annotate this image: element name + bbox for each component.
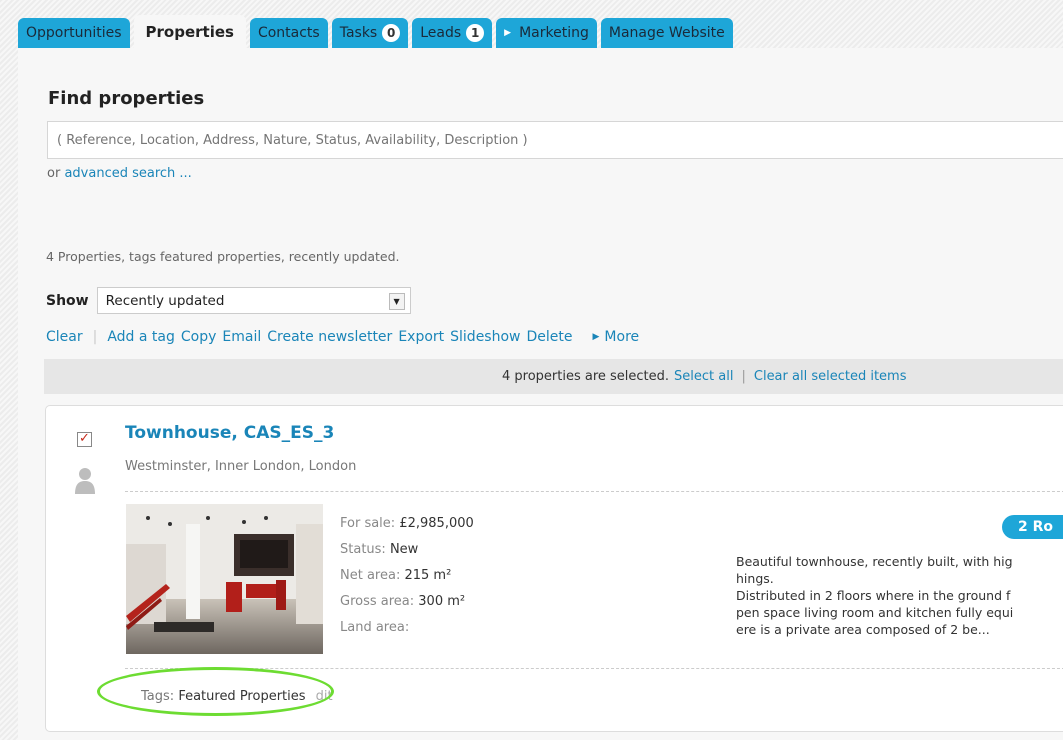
status-label: Status: bbox=[340, 542, 386, 557]
gross-area-value: 300 m² bbox=[418, 594, 466, 609]
bulk-actions: Clear | Add a tag Copy Email Create news… bbox=[46, 329, 645, 345]
property-title-link[interactable]: Townhouse, CAS_ES_3 bbox=[125, 423, 334, 443]
results-summary: 4 Properties, tags featured properties, … bbox=[46, 249, 400, 264]
divider: | bbox=[92, 329, 98, 345]
copy-button[interactable]: Copy bbox=[181, 329, 217, 345]
description-line: ere is a private area composed of 2 be..… bbox=[736, 622, 990, 637]
sort-select-value: Recently updated bbox=[105, 292, 225, 309]
tab-leads[interactable]: Leads 1 bbox=[412, 18, 493, 48]
rooms-badge: 2 Ro bbox=[1002, 515, 1063, 539]
email-button[interactable]: Email bbox=[222, 329, 261, 345]
create-newsletter-button[interactable]: Create newsletter bbox=[267, 329, 392, 345]
export-button[interactable]: Export bbox=[398, 329, 444, 345]
description-line: hings. bbox=[736, 571, 774, 586]
delete-button[interactable]: Delete bbox=[527, 329, 573, 345]
status-value: New bbox=[389, 542, 419, 557]
selection-bar: 4 properties are selected. Select all | … bbox=[44, 359, 1063, 394]
divider: | bbox=[741, 369, 746, 384]
property-location: Westminster, Inner London, London bbox=[125, 459, 357, 474]
land-area-label: Land area: bbox=[340, 620, 410, 635]
show-label: Show bbox=[46, 292, 89, 309]
tab-opportunities[interactable]: Opportunities bbox=[18, 18, 130, 48]
sale-label: For sale: bbox=[340, 516, 396, 531]
gross-area-label: Gross area: bbox=[340, 594, 415, 609]
more-button[interactable]: More bbox=[604, 329, 639, 345]
chevron-down-icon[interactable]: ▼ bbox=[388, 293, 405, 310]
net-area-label: Net area: bbox=[340, 568, 401, 583]
leads-count-badge: 1 bbox=[466, 24, 485, 42]
select-all-link[interactable]: Select all bbox=[674, 369, 733, 384]
highlight-annotation bbox=[97, 667, 334, 716]
clear-selection-link[interactable]: Clear all selected items bbox=[754, 369, 907, 384]
tasks-count-badge: 0 bbox=[382, 24, 401, 42]
tab-properties[interactable]: Properties bbox=[133, 15, 246, 48]
price-value: £2,985,000 bbox=[399, 516, 474, 531]
tab-marketing[interactable]: ▶ Marketing bbox=[496, 18, 597, 48]
main-tabs: Opportunities Properties Contacts Tasks 0… bbox=[18, 15, 737, 48]
property-details: For sale: £2,985,000 Status: New Net are… bbox=[340, 511, 474, 641]
tab-label: Opportunities bbox=[26, 25, 122, 41]
tab-tasks[interactable]: Tasks 0 bbox=[331, 18, 409, 48]
tab-manage-website[interactable]: Manage Website bbox=[600, 18, 733, 48]
tab-label: Contacts bbox=[257, 25, 320, 41]
slideshow-button[interactable]: Slideshow bbox=[450, 329, 520, 345]
net-area-value: 215 m² bbox=[404, 568, 452, 583]
tab-contacts[interactable]: Contacts bbox=[249, 18, 328, 48]
property-description: Beautiful townhouse, recently built, wit… bbox=[736, 553, 1063, 638]
divider bbox=[125, 491, 1063, 492]
selection-message: 4 properties are selected. bbox=[502, 369, 670, 384]
tab-label: Tasks bbox=[339, 25, 378, 41]
show-filter: Show Recently updated ▼ bbox=[46, 287, 411, 314]
property-photo[interactable] bbox=[126, 504, 323, 654]
clear-button[interactable]: Clear bbox=[46, 329, 83, 345]
tab-label: Marketing bbox=[519, 25, 589, 41]
tab-label: Manage Website bbox=[608, 25, 725, 41]
search-input[interactable] bbox=[47, 121, 1063, 159]
main-panel: Find properties or advanced search ... 4… bbox=[18, 48, 1063, 740]
property-card: ✓ Townhouse, CAS_ES_3 Westminster, Inner… bbox=[45, 405, 1063, 732]
tab-label: Properties bbox=[145, 22, 234, 41]
add-tag-button[interactable]: Add a tag bbox=[107, 329, 175, 345]
advanced-search-link[interactable]: advanced search ... bbox=[64, 166, 191, 181]
description-line: Beautiful townhouse, recently built, wit… bbox=[736, 554, 1013, 569]
tab-label: Leads bbox=[420, 25, 462, 41]
property-checkbox[interactable]: ✓ bbox=[77, 432, 92, 447]
sort-select[interactable]: Recently updated ▼ bbox=[96, 287, 411, 314]
page-title: Find properties bbox=[48, 88, 205, 109]
advanced-search-row: or advanced search ... bbox=[47, 166, 192, 181]
description-line: Distributed in 2 floors where in the gro… bbox=[736, 588, 1011, 603]
caret-right-icon: ▶ bbox=[592, 332, 600, 342]
or-text: or bbox=[47, 166, 61, 181]
caret-right-icon: ▶ bbox=[504, 28, 512, 38]
user-icon bbox=[75, 468, 95, 494]
description-line: pen space living room and kitchen fully … bbox=[736, 605, 1014, 620]
